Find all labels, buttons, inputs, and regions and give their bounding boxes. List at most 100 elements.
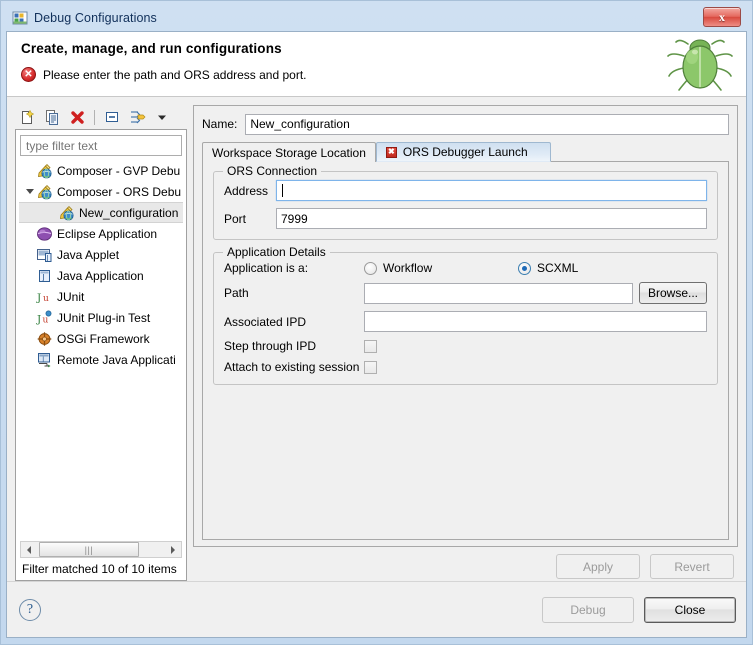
tree-item-eclipse-application[interactable]: Eclipse Application: [19, 223, 183, 244]
tab-strip: Workspace Storage Location ✖ ORS Debugger …: [202, 141, 729, 162]
new-configuration-button[interactable]: [17, 107, 37, 127]
tree-item-new-configuration[interactable]: New_configuration: [19, 202, 183, 223]
tree-horizontal-scrollbar[interactable]: |||: [20, 541, 182, 558]
ors-connection-title: ORS Connection: [223, 164, 322, 178]
tab-label: ORS Debugger Launch: [402, 145, 528, 159]
eclipse-application-icon: [36, 226, 53, 242]
svg-text:u: u: [43, 315, 49, 325]
tree-item-remote-java-applicati[interactable]: J Remote Java Applicati: [19, 349, 183, 370]
name-input[interactable]: [245, 113, 729, 135]
tab-error-icon: ✖: [385, 146, 397, 158]
window-close-button[interactable]: x: [703, 7, 741, 27]
tree-item-label: Composer - ORS Debu: [57, 184, 182, 199]
port-input[interactable]: [276, 208, 707, 229]
configurations-panel: Composer - GVP Debu Composer - ORS Debu Ne…: [15, 105, 187, 581]
text-caret: [282, 184, 283, 197]
filter-button[interactable]: [127, 107, 147, 127]
tree-item-label: Java Application: [57, 268, 144, 283]
port-row: Port: [224, 208, 707, 229]
scroll-right-arrow-icon[interactable]: [165, 542, 181, 557]
collapse-all-button[interactable]: [102, 107, 122, 127]
attach-existing-session-checkbox[interactable]: [364, 360, 377, 374]
tree-item-java-applet[interactable]: J Java Applet: [19, 244, 183, 265]
tab-ors-debugger-launch[interactable]: ✖ ORS Debugger Launch: [375, 142, 551, 162]
scroll-left-arrow-icon[interactable]: [21, 542, 37, 557]
application-details-title: Application Details: [223, 245, 330, 259]
delete-configuration-button[interactable]: [67, 107, 87, 127]
tree-item-junit[interactable]: Ju JUnit: [19, 286, 183, 307]
application-details-group: Application Details Application is a: Wo…: [213, 245, 718, 385]
configuration-editor: Name: Workspace Storage Location ✖ ORS Deb…: [193, 105, 738, 581]
configurations-tree-box: Composer - GVP Debu Composer - ORS Debu Ne…: [15, 129, 187, 581]
tree-item-osgi-framework[interactable]: OSGi Framework: [19, 328, 183, 349]
svg-text:u: u: [43, 294, 49, 304]
duplicate-configuration-button[interactable]: [42, 107, 62, 127]
tree-expander-expanded-icon[interactable]: [23, 189, 36, 194]
svg-text:J: J: [36, 313, 41, 325]
dialog-footer: ? Debug Close: [7, 581, 746, 637]
scrollbar-thumb[interactable]: |||: [39, 542, 139, 557]
svg-text:J: J: [36, 292, 41, 304]
application-is-a-label: Application is a:: [224, 261, 309, 275]
tree-item-label: Eclipse Application: [57, 226, 158, 241]
tab-workspace-storage-location[interactable]: Workspace Storage Location: [202, 142, 376, 162]
path-input[interactable]: [364, 282, 633, 304]
osgi-framework-icon: [36, 331, 53, 347]
tree-item-composer-gvp-debu[interactable]: Composer - GVP Debu: [19, 160, 183, 181]
svg-text:J: J: [41, 273, 44, 282]
filter-input[interactable]: [20, 135, 182, 156]
step-through-ipd-row: Step through IPD: [224, 339, 707, 353]
name-label: Name:: [202, 117, 238, 131]
ors-connection-group: ORS Connection Address Port: [213, 164, 718, 240]
tree-item-label: Composer - GVP Debu: [57, 163, 181, 178]
apply-button[interactable]: Apply: [556, 554, 640, 579]
apply-revert-row: Apply Revert: [193, 547, 738, 581]
svg-text:J: J: [41, 355, 44, 363]
status-message-row: ✕ Please enter the path and ORS address …: [21, 67, 746, 82]
port-label: Port: [224, 211, 247, 226]
title-bar: Debug Configurations x: [6, 5, 747, 31]
page-title: Create, manage, and run configurations: [21, 41, 282, 56]
step-through-ipd-checkbox[interactable]: [364, 339, 377, 353]
java-application-icon: J: [36, 268, 53, 284]
tab-content-ors-debugger-launch: ORS Connection Address Port Appli: [202, 161, 729, 540]
help-icon[interactable]: ?: [19, 598, 41, 621]
filter-status-text: Filter matched 10 of 10 items: [22, 562, 177, 576]
status-message: Please enter the path and ORS address an…: [43, 67, 307, 82]
tree-item-composer-ors-debu[interactable]: Composer - ORS Debu: [19, 181, 183, 202]
radio-workflow[interactable]: [364, 261, 377, 275]
tree-item-label: JUnit Plug-in Test: [57, 310, 151, 325]
tree-item-label: OSGi Framework: [57, 331, 150, 346]
radio-scxml[interactable]: [518, 261, 531, 275]
address-input[interactable]: [276, 180, 707, 201]
tree-item-java-application[interactable]: J Java Application: [19, 265, 183, 286]
junit-plugin-test-icon: Ju: [36, 310, 53, 326]
error-icon: ✕: [21, 67, 36, 82]
name-row: Name:: [202, 113, 729, 135]
radio-workflow-label: Workflow: [383, 261, 433, 275]
associated-ipd-label: Associated IPD: [224, 314, 307, 329]
scrollbar-track[interactable]: |||: [37, 542, 165, 557]
tree-item-label: New_configuration: [79, 205, 179, 220]
tree-item-label: Java Applet: [57, 247, 120, 262]
composer-ors-icon: [58, 205, 75, 221]
attach-existing-session-row: Attach to existing session: [224, 360, 707, 374]
configurations-tree[interactable]: Composer - GVP Debu Composer - ORS Debu Ne…: [19, 160, 183, 541]
dialog-client-area: Create, manage, and run configurations ✕…: [6, 31, 747, 638]
junit-icon: Ju: [36, 289, 53, 305]
close-button[interactable]: Close: [644, 596, 736, 623]
debug-button[interactable]: Debug: [542, 596, 634, 623]
associated-ipd-input[interactable]: [364, 311, 707, 332]
view-menu-button[interactable]: [152, 107, 172, 127]
revert-button[interactable]: Revert: [650, 554, 734, 579]
tab-label: Workspace Storage Location: [212, 145, 366, 160]
browse-button[interactable]: Browse...: [638, 282, 707, 304]
editor-panel: Name: Workspace Storage Location ✖ ORS Deb…: [193, 105, 738, 547]
green-bug-icon: [662, 30, 738, 96]
java-applet-icon: J: [36, 247, 53, 263]
tree-item-junit-plug-in-test[interactable]: Ju JUnit Plug-in Test: [19, 307, 183, 328]
footer-buttons: Debug Close: [542, 596, 736, 623]
radio-scxml-label: SCXML: [537, 261, 579, 275]
window-title: Debug Configurations: [34, 11, 157, 25]
address-row: Address: [224, 180, 707, 201]
